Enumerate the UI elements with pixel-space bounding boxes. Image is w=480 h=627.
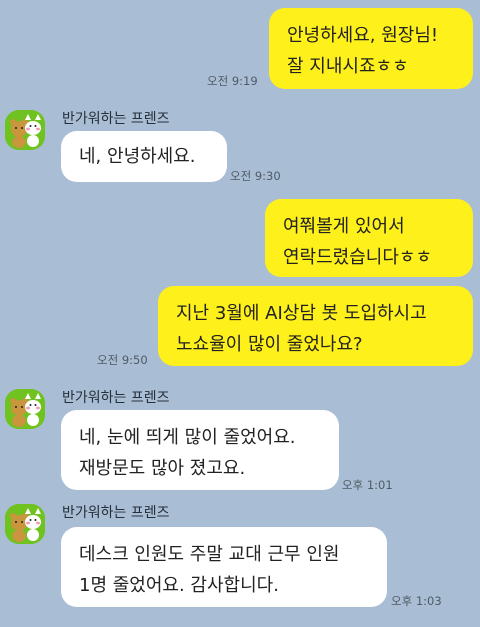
message-timestamp: 오전 9:30 bbox=[230, 169, 281, 183]
message-bubble-theirs[interactable]: 네, 눈에 띄게 많이 줄었어요. 재방문도 많아 졌고요. bbox=[61, 410, 339, 490]
sender-name: 반가워하는 프렌즈 bbox=[62, 111, 170, 127]
message-timestamp: 오후 1:01 bbox=[342, 478, 393, 492]
friend-avatar-icon[interactable] bbox=[5, 110, 45, 150]
sender-name: 반가워하는 프렌즈 bbox=[62, 505, 170, 521]
message-timestamp: 오후 1:03 bbox=[391, 594, 442, 608]
message-bubble-mine[interactable]: 여쭤볼게 있어서 연락드렸습니다ㅎㅎ bbox=[265, 199, 473, 277]
friends-character-icon bbox=[5, 389, 45, 429]
friend-avatar-icon[interactable] bbox=[5, 389, 45, 429]
message-bubble-theirs[interactable]: 데스크 인원도 주말 교대 근무 인원 1명 줄었어요. 감사합니다. bbox=[61, 527, 387, 607]
message-timestamp: 오전 9:50 bbox=[97, 353, 148, 367]
friends-character-icon bbox=[5, 110, 45, 150]
message-bubble-mine[interactable]: 안녕하세요, 원장님! 잘 지내시죠ㅎㅎ bbox=[269, 8, 473, 89]
friend-avatar-icon[interactable] bbox=[5, 504, 45, 544]
friends-character-icon bbox=[5, 504, 45, 544]
sender-name: 반가워하는 프렌즈 bbox=[62, 390, 170, 406]
message-bubble-mine[interactable]: 지난 3월에 AI상담 봇 도입하시고 노쇼율이 많이 줄었나요? bbox=[158, 286, 473, 366]
message-timestamp: 오전 9:19 bbox=[207, 74, 258, 88]
message-bubble-theirs[interactable]: 네, 안녕하세요. bbox=[61, 131, 227, 182]
